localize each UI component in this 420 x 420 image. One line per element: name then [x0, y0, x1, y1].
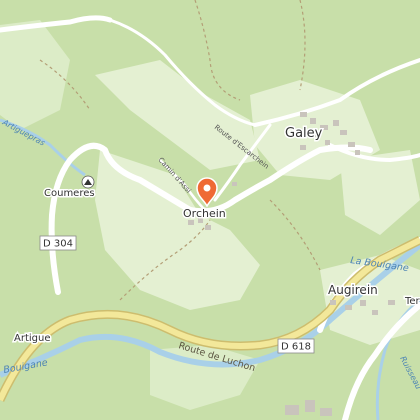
place-label-augirein: Augirein	[328, 283, 378, 297]
road-shield-d304: D 304	[39, 235, 77, 251]
place-label-coumeres: Coumeres	[44, 188, 95, 199]
road-shield-d304-label: D 304	[43, 239, 73, 250]
place-label-galey: Galey	[285, 126, 323, 141]
place-label-artigue: Artigue	[14, 333, 51, 344]
cave-icon[interactable]	[81, 175, 95, 189]
map-canvas[interactable]: D 304 D 618 Route de Luchon Route d'Esca…	[0, 0, 420, 420]
place-label-orchein: Orchein	[183, 207, 226, 220]
road-shield-d618-label: D 618	[281, 342, 311, 353]
place-label-tera-partial: Ter	[404, 296, 420, 307]
road-shield-d618: D 618	[277, 338, 315, 354]
